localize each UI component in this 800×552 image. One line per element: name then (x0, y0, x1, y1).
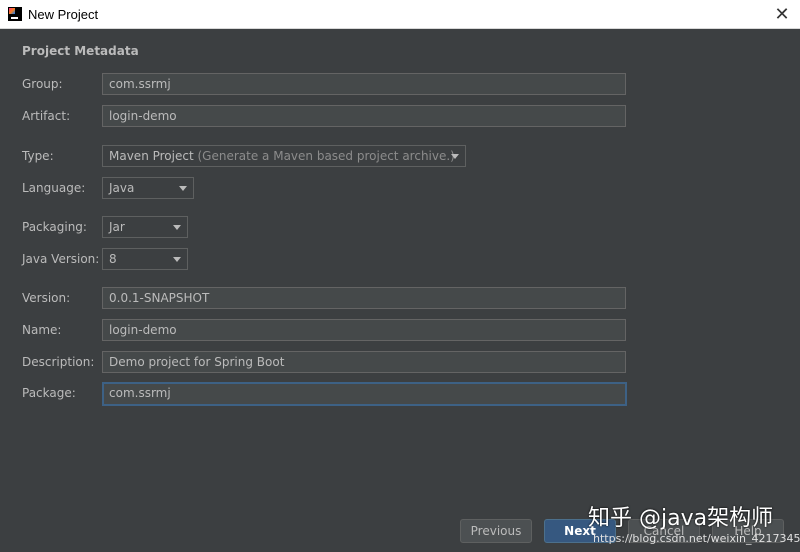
language-label: Language: (22, 181, 86, 195)
intellij-app-icon (8, 7, 22, 21)
group-row: Group: com.ssrmj (0, 73, 800, 97)
group-input[interactable]: com.ssrmj (102, 73, 626, 95)
chevron-down-icon (173, 225, 181, 230)
name-row: Name: login-demo (0, 319, 800, 343)
window-title: New Project (28, 6, 99, 22)
type-row: Type: Maven Project (Generate a Maven ba… (0, 145, 800, 169)
packaging-select[interactable]: Jar (102, 216, 188, 238)
description-input[interactable]: Demo project for Spring Boot (102, 351, 626, 373)
description-label: Description: (22, 355, 95, 369)
section-title: Project Metadata (22, 44, 139, 58)
java-version-value: 8 (109, 252, 117, 266)
close-icon: ✕ (774, 3, 790, 25)
close-button[interactable]: ✕ (764, 0, 800, 28)
packaging-row: Packaging: Jar (0, 216, 800, 240)
name-label: Name: (22, 323, 62, 337)
artifact-row: Artifact: login-demo (0, 105, 800, 129)
artifact-input[interactable]: login-demo (102, 105, 626, 127)
package-label: Package: (22, 386, 76, 400)
type-value: Maven Project (109, 149, 194, 163)
name-input[interactable]: login-demo (102, 319, 626, 341)
window-titlebar: New Project ✕ (0, 0, 800, 29)
description-row: Description: Demo project for Spring Boo… (0, 351, 800, 375)
type-hint: (Generate a Maven based project archive.… (197, 149, 455, 163)
version-row: Version: 0.0.1-SNAPSHOT (0, 287, 800, 311)
java-version-label: Java Version: (22, 252, 100, 266)
csdn-watermark: https://blog.csdn.net/weixin_42173451 (593, 532, 800, 545)
packaging-label: Packaging: (22, 220, 87, 234)
group-label: Group: (22, 77, 63, 91)
zhihu-watermark: 知乎 @java架构师 (588, 506, 774, 531)
type-label: Type: (22, 149, 54, 163)
version-input[interactable]: 0.0.1-SNAPSHOT (102, 287, 626, 309)
previous-button[interactable]: Previous (460, 519, 532, 543)
java-version-select[interactable]: 8 (102, 248, 188, 270)
chevron-down-icon (451, 154, 459, 159)
version-label: Version: (22, 291, 71, 305)
language-select[interactable]: Java (102, 177, 194, 199)
language-row: Language: Java (0, 177, 800, 201)
java-version-row: Java Version: 8 (0, 248, 800, 272)
language-value: Java (109, 181, 135, 195)
type-select[interactable]: Maven Project (Generate a Maven based pr… (102, 145, 466, 167)
artifact-label: Artifact: (22, 109, 71, 123)
package-input[interactable]: com.ssrmj (102, 382, 627, 406)
chevron-down-icon (173, 257, 181, 262)
package-row: Package: com.ssrmj (0, 382, 800, 406)
chevron-down-icon (179, 186, 187, 191)
packaging-value: Jar (109, 220, 125, 234)
